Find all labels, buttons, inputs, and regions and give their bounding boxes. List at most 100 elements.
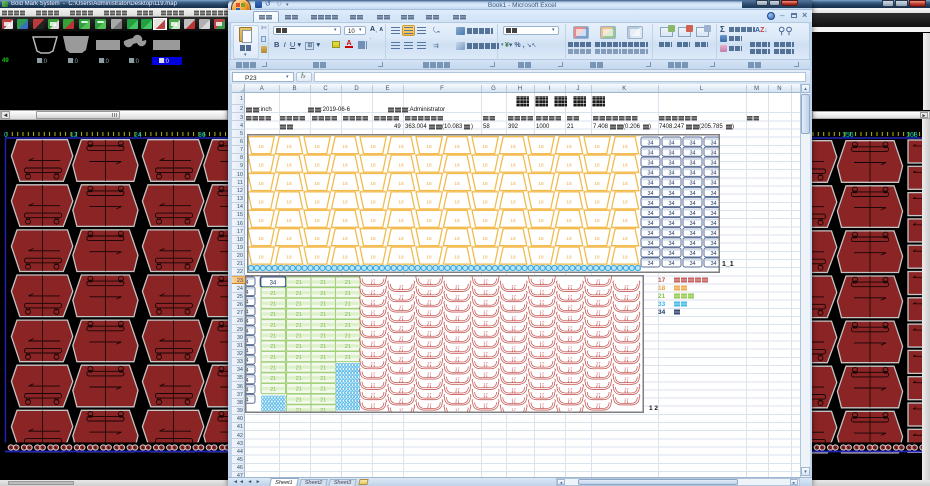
svg-text:18: 18 (426, 218, 432, 224)
svg-text:34: 34 (647, 221, 653, 227)
svg-text:34: 34 (689, 150, 695, 156)
svg-text:18: 18 (622, 199, 628, 205)
svg-text:21: 21 (296, 344, 302, 350)
svg-text:34: 34 (689, 140, 695, 146)
svg-text:21: 21 (320, 291, 326, 297)
svg-text:18: 18 (342, 218, 348, 224)
svg-text:34: 34 (647, 241, 653, 247)
svg-text:21: 21 (296, 333, 302, 339)
svg-text:18: 18 (286, 236, 292, 242)
svg-text:18: 18 (482, 218, 488, 224)
svg-text:18: 18 (286, 218, 292, 224)
svg-text:34: 34 (689, 261, 695, 267)
svg-text:18: 18 (538, 144, 544, 150)
svg-text:34: 34 (689, 181, 695, 187)
svg-text:34: 34 (647, 171, 653, 177)
svg-text:18: 18 (594, 236, 600, 242)
svg-text:34: 34 (668, 261, 674, 267)
svg-text:18: 18 (258, 181, 264, 187)
svg-text:34: 34 (647, 150, 653, 156)
svg-text:18: 18 (286, 181, 292, 187)
svg-text:18: 18 (314, 199, 320, 205)
svg-text:21: 21 (320, 333, 326, 339)
svg-text:18: 18 (538, 199, 544, 205)
svg-text:18: 18 (426, 144, 432, 150)
svg-text:18: 18 (622, 144, 628, 150)
svg-text:21: 21 (296, 280, 302, 286)
svg-text:21: 21 (296, 387, 302, 393)
svg-text:18: 18 (454, 199, 460, 205)
svg-text:21: 21 (270, 355, 276, 361)
svg-text:34: 34 (668, 181, 674, 187)
svg-text:34: 34 (668, 161, 674, 167)
svg-text:18: 18 (482, 199, 488, 205)
svg-text:18: 18 (370, 199, 376, 205)
svg-text:18: 18 (398, 236, 404, 242)
svg-text:34: 34 (710, 161, 716, 167)
svg-text:18: 18 (370, 181, 376, 187)
svg-text:18: 18 (426, 181, 432, 187)
svg-text:21: 21 (296, 323, 302, 329)
svg-text:34: 34 (689, 191, 695, 197)
svg-text:34: 34 (710, 181, 716, 187)
svg-text:18: 18 (398, 255, 404, 261)
svg-text:34: 34 (689, 241, 695, 247)
svg-text:18: 18 (454, 163, 460, 169)
svg-text:18: 18 (398, 199, 404, 205)
svg-text:21: 21 (345, 333, 351, 339)
svg-text:21: 21 (296, 376, 302, 382)
svg-text:34: 34 (668, 150, 674, 156)
svg-text:21: 21 (320, 397, 326, 403)
svg-text:34: 34 (710, 171, 716, 177)
svg-text:21: 21 (320, 323, 326, 329)
svg-text:18: 18 (370, 144, 376, 150)
svg-text:34: 34 (647, 191, 653, 197)
svg-text:34: 34 (710, 191, 716, 197)
svg-text:21: 21 (320, 355, 326, 361)
svg-text:34: 34 (668, 201, 674, 207)
svg-text:18: 18 (566, 255, 572, 261)
svg-text:18: 18 (510, 144, 516, 150)
svg-text:168: 168 (906, 132, 918, 139)
svg-text:21: 21 (270, 376, 276, 382)
svg-text:18: 18 (538, 163, 544, 169)
svg-text:34: 34 (689, 231, 695, 237)
svg-text:18: 18 (314, 218, 320, 224)
svg-text:18: 18 (538, 255, 544, 261)
svg-text:18: 18 (314, 255, 320, 261)
svg-text:18: 18 (566, 199, 572, 205)
svg-text:18: 18 (538, 181, 544, 187)
svg-text:21: 21 (345, 355, 351, 361)
svg-text:34: 34 (710, 140, 716, 146)
svg-text:18: 18 (538, 236, 544, 242)
svg-text:34: 34 (647, 181, 653, 187)
svg-text:21: 21 (320, 280, 326, 286)
svg-text:18: 18 (510, 199, 516, 205)
svg-text:18: 18 (286, 255, 292, 261)
svg-text:18: 18 (510, 218, 516, 224)
svg-text:18: 18 (258, 144, 264, 150)
svg-text:18: 18 (258, 163, 264, 169)
svg-text:18: 18 (566, 236, 572, 242)
svg-text:18: 18 (258, 199, 264, 205)
svg-text:18: 18 (622, 218, 628, 224)
svg-text:18: 18 (370, 163, 376, 169)
svg-text:34: 34 (710, 221, 716, 227)
svg-text:34: 34 (647, 231, 653, 237)
svg-text:18: 18 (426, 163, 432, 169)
svg-text:34: 34 (647, 261, 653, 267)
svg-text:21: 21 (270, 365, 276, 371)
svg-text:18: 18 (566, 144, 572, 150)
svg-text:21: 21 (345, 323, 351, 329)
svg-text:21: 21 (320, 365, 326, 371)
svg-text:21: 21 (270, 291, 276, 297)
svg-text:34: 34 (668, 221, 674, 227)
svg-text:21: 21 (345, 312, 351, 318)
svg-text:21: 21 (270, 312, 276, 318)
svg-text:18: 18 (342, 199, 348, 205)
svg-text:18: 18 (286, 144, 292, 150)
svg-text:18: 18 (594, 199, 600, 205)
svg-text:18: 18 (314, 144, 320, 150)
svg-text:21: 21 (296, 291, 302, 297)
svg-text:34: 34 (689, 251, 695, 257)
